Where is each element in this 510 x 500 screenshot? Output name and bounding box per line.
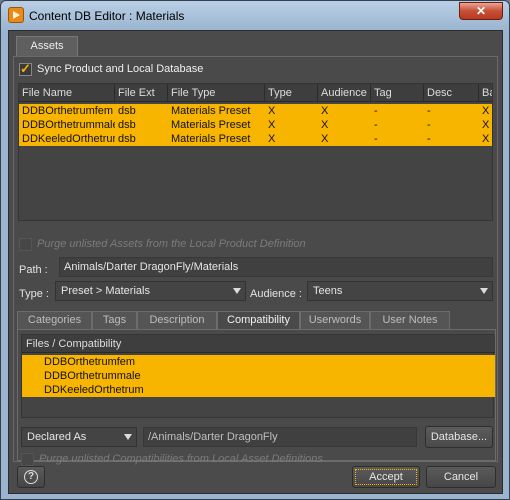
type-label: Type : [19, 288, 49, 300]
chevron-down-icon [480, 288, 488, 294]
cell-file-name: DDBOrthetrummale [22, 119, 115, 131]
cell-audience: X [321, 105, 329, 117]
column-header-bas[interactable]: Bas [479, 84, 492, 102]
database-button[interactable]: Database... [425, 426, 493, 448]
cell-file-ext: dsb [118, 119, 136, 131]
cell-audience: X [321, 119, 329, 131]
detail-tab-bar: Categories Tags Description Compatibilit… [17, 311, 496, 330]
cell-desc: - [427, 105, 431, 117]
cell-type: X [268, 105, 276, 117]
list-item[interactable]: DDKeeledOrthetrum [22, 383, 495, 397]
window-title: Content DB Editor : Materials [29, 9, 185, 23]
audience-value: Teens [313, 285, 343, 297]
table-row[interactable]: DDKeeledOrthetrum dsb Materials Preset X… [19, 132, 492, 146]
accept-button[interactable]: Accept [352, 466, 420, 488]
column-header-file-ext[interactable]: File Ext [115, 84, 168, 102]
cell-bas: X [482, 105, 490, 117]
cell-bas: X [482, 133, 490, 145]
type-value: Preset > Materials [61, 285, 150, 297]
tab-compatibility[interactable]: Compatibility [217, 311, 300, 330]
sync-checkbox[interactable] [19, 61, 32, 77]
cancel-button[interactable]: Cancel [426, 466, 496, 488]
purge-assets-checkbox[interactable] [19, 238, 32, 251]
cell-file-name: DDBOrthetrumfem [22, 105, 114, 117]
column-header-audience[interactable]: Audience [318, 84, 371, 102]
audience-label: Audience : [250, 288, 302, 300]
column-header-desc[interactable]: Desc [424, 84, 479, 102]
cell-desc: - [427, 133, 431, 145]
purge-compat-label: Purge unlisted Compatibilities from Loca… [39, 453, 323, 465]
cell-file-ext: dsb [118, 133, 136, 145]
cell-tag: - [374, 119, 378, 131]
tab-categories[interactable]: Categories [17, 311, 92, 330]
chevron-down-icon [124, 434, 132, 440]
list-item[interactable]: DDBOrthetrumfem [22, 355, 495, 369]
cell-bas: X [482, 119, 490, 131]
type-dropdown[interactable]: Preset > Materials [55, 281, 246, 301]
path-field[interactable]: Animals/Darter DragonFly/Materials [59, 257, 493, 277]
compatibility-list-header: Files / Compatibility [22, 335, 495, 353]
cell-tag: - [374, 133, 378, 145]
column-header-tag[interactable]: Tag [371, 84, 424, 102]
cell-file-ext: dsb [118, 105, 136, 117]
audience-dropdown[interactable]: Teens [307, 281, 493, 301]
list-item[interactable]: DDBOrthetrummale [22, 369, 495, 383]
purge-assets-label: Purge unlisted Assets from the Local Pro… [37, 238, 306, 250]
cell-file-type: Materials Preset [171, 105, 251, 117]
column-header-file-name[interactable]: File Name [19, 84, 115, 102]
column-header-file-type[interactable]: File Type [168, 84, 265, 102]
dialog-client-area: Assets Sync Product and Local Database F… [8, 30, 503, 494]
table-row[interactable]: DDBOrthetrummale dsb Materials Preset X … [19, 118, 492, 132]
declared-as-dropdown[interactable]: Declared As [21, 427, 137, 447]
purge-compat-checkbox[interactable] [21, 453, 34, 466]
chevron-down-icon [233, 288, 241, 294]
cell-desc: - [427, 119, 431, 131]
table-row[interactable]: DDBOrthetrumfem dsb Materials Preset X X… [19, 104, 492, 118]
path-label: Path : [19, 264, 48, 276]
tab-assets[interactable]: Assets [16, 36, 78, 57]
cell-audience: X [321, 133, 329, 145]
help-icon: ? [24, 470, 38, 484]
sync-label: Sync Product and Local Database [37, 63, 204, 75]
cell-type: X [268, 119, 276, 131]
column-header-type[interactable]: Type [265, 84, 318, 102]
cell-file-type: Materials Preset [171, 119, 251, 131]
close-button[interactable]: ✕ [459, 2, 503, 20]
declared-as-value: Declared As [27, 431, 87, 443]
compatibility-panel: Files / Compatibility DDBOrthetrumfem DD… [17, 329, 496, 466]
cell-file-name: DDKeeledOrthetrum [22, 133, 115, 145]
tab-tags[interactable]: Tags [92, 311, 137, 330]
compatibility-list: Files / Compatibility DDBOrthetrumfem DD… [21, 334, 495, 418]
assets-panel: Sync Product and Local Database File Nam… [13, 56, 498, 466]
compatibility-location-field[interactable]: /Animals/Darter DragonFly [143, 427, 417, 447]
content-db-editor-window: Content DB Editor : Materials ✕ Assets S… [0, 0, 510, 500]
tab-user-notes[interactable]: User Notes [370, 311, 450, 330]
cell-tag: - [374, 105, 378, 117]
cell-file-type: Materials Preset [171, 133, 251, 145]
help-button[interactable]: ? [17, 466, 45, 488]
cell-type: X [268, 133, 276, 145]
tab-description[interactable]: Description [137, 311, 217, 330]
assets-table: File Name File Ext File Type Type Audien… [18, 83, 493, 221]
daz-app-icon [8, 7, 24, 23]
tab-userwords[interactable]: Userwords [300, 311, 370, 330]
title-bar[interactable]: Content DB Editor : Materials ✕ [1, 1, 509, 31]
assets-table-header: File Name File Ext File Type Type Audien… [19, 84, 492, 102]
